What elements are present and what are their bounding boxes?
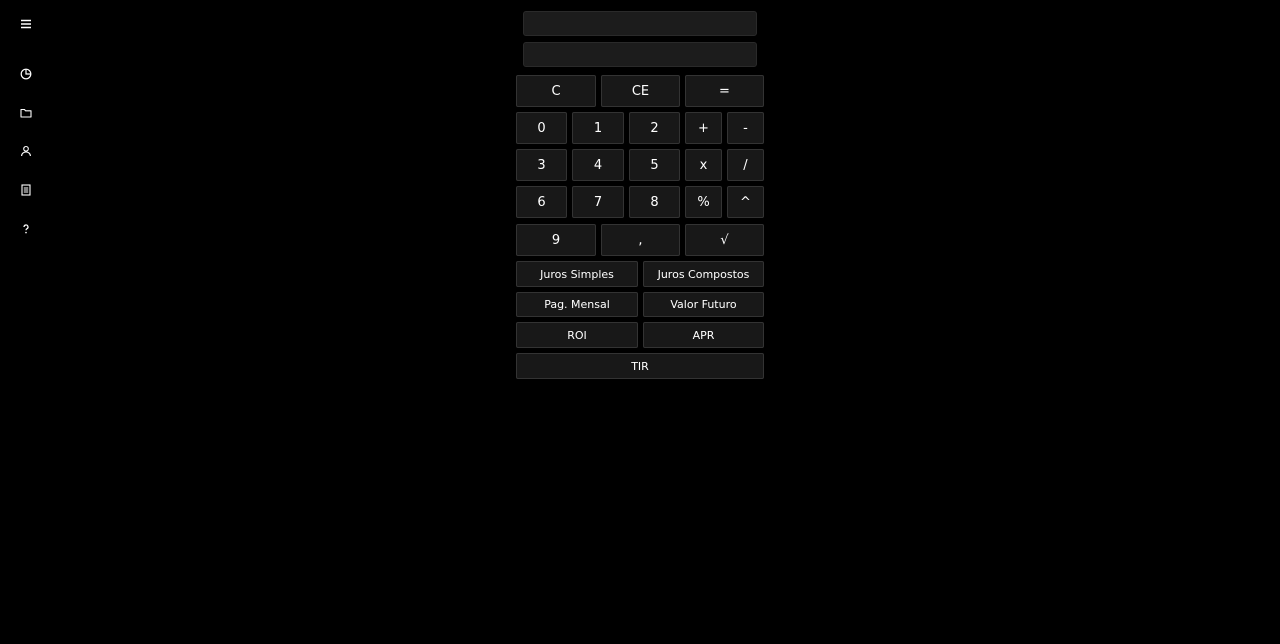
digit-3-button[interactable]: 3	[516, 149, 567, 181]
digit-9-button[interactable]: 9	[516, 224, 596, 256]
percent-button[interactable]: %	[685, 186, 722, 218]
digit-2-button[interactable]: 2	[629, 112, 680, 144]
apr-button[interactable]: APR	[643, 322, 764, 348]
result-display[interactable]	[523, 42, 757, 67]
multiply-button[interactable]: x	[685, 149, 722, 181]
digit-1-button[interactable]: 1	[572, 112, 624, 144]
compound-interest-button[interactable]: Juros Compostos	[643, 261, 764, 287]
irr-button[interactable]: TIR	[516, 353, 764, 379]
simple-interest-button[interactable]: Juros Simples	[516, 261, 638, 287]
digit-4-button[interactable]: 4	[572, 149, 624, 181]
sqrt-button[interactable]: √	[685, 224, 764, 256]
minus-button[interactable]: -	[727, 112, 764, 144]
digit-7-button[interactable]: 7	[572, 186, 624, 218]
monthly-payment-button[interactable]: Pag. Mensal	[516, 292, 638, 317]
clear-entry-button[interactable]: CE	[601, 75, 680, 107]
roi-button[interactable]: ROI	[516, 322, 638, 348]
clear-button[interactable]: C	[516, 75, 596, 107]
digit-6-button[interactable]: 6	[516, 186, 567, 218]
calculator: C CE = 0 1 2 + - 3 4 5 x / 6 7 8 % ^ 9 ,…	[0, 0, 1280, 644]
future-value-button[interactable]: Valor Futuro	[643, 292, 764, 317]
power-button[interactable]: ^	[727, 186, 764, 218]
equals-button[interactable]: =	[685, 75, 764, 107]
plus-button[interactable]: +	[685, 112, 722, 144]
comma-button[interactable]: ,	[601, 224, 680, 256]
digit-0-button[interactable]: 0	[516, 112, 567, 144]
digit-8-button[interactable]: 8	[629, 186, 680, 218]
divide-button[interactable]: /	[727, 149, 764, 181]
digit-5-button[interactable]: 5	[629, 149, 680, 181]
expression-display[interactable]	[523, 11, 757, 36]
